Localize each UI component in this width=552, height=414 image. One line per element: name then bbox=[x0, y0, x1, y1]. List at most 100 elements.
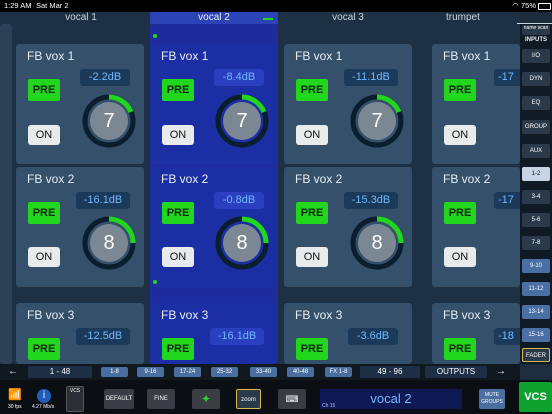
fps-readout: 30 fps bbox=[8, 404, 22, 410]
send-knob[interactable]: 8 bbox=[350, 216, 404, 270]
aux-send-panel[interactable]: FB vox 3 -3.6dB PRE bbox=[284, 303, 412, 364]
bank-button[interactable]: FX 1-8 bbox=[325, 367, 352, 377]
aux-send-panel[interactable]: FB vox 2 -17 PRE ON bbox=[432, 167, 538, 287]
pre-button[interactable]: PRE bbox=[444, 79, 476, 101]
fine-button[interactable]: FINE bbox=[147, 389, 175, 409]
panel-title: FB vox 1 bbox=[295, 49, 343, 63]
aux-send-panel[interactable]: FB vox 1 -17 PRE ON bbox=[432, 44, 538, 164]
send-level: -12.5dB bbox=[76, 328, 130, 345]
channel-name[interactable]: vocal 3 bbox=[284, 12, 412, 24]
range-button[interactable]: 15-16 bbox=[522, 328, 550, 342]
eq-button[interactable]: EQ bbox=[522, 96, 550, 110]
battery-percent: 75% bbox=[521, 1, 537, 10]
range-button[interactable]: 13-14 bbox=[522, 305, 550, 319]
panel-title: FB vox 3 bbox=[27, 308, 75, 322]
io-button[interactable]: I/O bbox=[522, 49, 550, 63]
pre-button[interactable]: PRE bbox=[296, 338, 328, 360]
status-bar: 1:29 AM Sat Mar 2 ◠ 75% bbox=[0, 0, 552, 12]
name-scan-button[interactable]: name scan bbox=[522, 25, 550, 35]
range-button[interactable]: 9-10 bbox=[522, 259, 550, 273]
panel-title: FB vox 3 bbox=[295, 308, 343, 322]
vcs-button[interactable]: VCS bbox=[66, 386, 84, 412]
info-icon[interactable]: i bbox=[37, 389, 51, 403]
channel-name-selected[interactable]: vocal 2 bbox=[150, 12, 278, 24]
knob-value: 7 bbox=[103, 110, 115, 132]
wifi-icon: ◠ bbox=[512, 1, 519, 10]
range-button[interactable]: 1-2 bbox=[522, 167, 550, 181]
aux-button[interactable]: AUX bbox=[522, 144, 550, 158]
battery-icon bbox=[538, 3, 551, 10]
pre-button[interactable]: PRE bbox=[296, 202, 328, 224]
bank-range-left[interactable]: 1 - 48 bbox=[28, 366, 92, 378]
send-level: -2.2dB bbox=[80, 69, 130, 86]
zoom-button[interactable]: zoom bbox=[236, 389, 261, 409]
meter-indicator bbox=[263, 18, 273, 20]
panel-title: FB vox 3 bbox=[161, 308, 209, 322]
pre-button[interactable]: PRE bbox=[444, 202, 476, 224]
column-dot bbox=[153, 280, 157, 284]
send-knob[interactable]: 8 bbox=[215, 216, 269, 270]
aux-send-panel[interactable]: FB vox 1 -8.4dB PRE ON 7 bbox=[150, 44, 278, 164]
on-button[interactable]: ON bbox=[28, 125, 60, 145]
pre-button[interactable]: PRE bbox=[162, 202, 194, 224]
dyn-button[interactable]: DYN bbox=[522, 72, 550, 86]
knob-value: 8 bbox=[103, 232, 115, 254]
on-button[interactable]: ON bbox=[162, 125, 194, 145]
aux-send-panel[interactable]: FB vox 2 -16.1dB PRE ON 8 bbox=[16, 167, 144, 287]
mute-groups-button[interactable]: MUTE GROUPS bbox=[479, 389, 505, 409]
aux-send-panel[interactable]: FB vox 2 -0.8dB PRE ON 8 bbox=[150, 167, 278, 287]
bank-button[interactable]: 33-40 bbox=[250, 367, 277, 377]
bank-button[interactable]: 17-24 bbox=[174, 367, 201, 377]
on-button[interactable]: ON bbox=[444, 125, 476, 145]
on-button[interactable]: ON bbox=[296, 125, 328, 145]
aux-send-panel[interactable]: FB vox 1 -11.1dB PRE ON 7 bbox=[284, 44, 412, 164]
panel-title: FB vox 2 bbox=[443, 172, 491, 186]
on-button[interactable]: ON bbox=[444, 247, 476, 267]
on-button[interactable]: ON bbox=[296, 247, 328, 267]
vcs-main-button[interactable]: VCS bbox=[519, 382, 552, 412]
default-button[interactable]: DEFAULT bbox=[104, 389, 134, 409]
bank-button[interactable]: 9-16 bbox=[137, 367, 164, 377]
bank-button[interactable]: 25-32 bbox=[211, 367, 238, 377]
send-level: -0.8dB bbox=[214, 192, 264, 209]
range-button[interactable]: 3-4 bbox=[522, 190, 550, 204]
signal-icon[interactable]: 📶 bbox=[7, 388, 23, 402]
pre-button[interactable]: PRE bbox=[444, 338, 476, 360]
pre-button[interactable]: PRE bbox=[28, 338, 60, 360]
bank-button[interactable]: 40-48 bbox=[287, 367, 314, 377]
aux-send-panel[interactable]: FB vox 3 -12.5dB PRE bbox=[16, 303, 144, 364]
keyboard-icon[interactable]: ⌨ bbox=[278, 389, 306, 409]
selected-channel-name: vocal 2 bbox=[370, 391, 412, 406]
pre-button[interactable]: PRE bbox=[162, 338, 194, 360]
on-button[interactable]: ON bbox=[28, 247, 60, 267]
fader-button[interactable]: FADER bbox=[522, 348, 550, 362]
aux-send-panel[interactable]: FB vox 1 -2.2dB PRE ON 7 bbox=[16, 44, 144, 164]
group-button[interactable]: GROUP bbox=[522, 120, 550, 134]
range-button[interactable]: 5-6 bbox=[522, 213, 550, 227]
on-button[interactable]: ON bbox=[162, 247, 194, 267]
next-arrow-icon[interactable]: → bbox=[496, 366, 506, 377]
send-level: -16.1dB bbox=[76, 192, 130, 209]
aux-send-panel[interactable]: FB vox 3 -18 PRE bbox=[432, 303, 538, 364]
panel-title: FB vox 2 bbox=[295, 172, 343, 186]
bank-range-right[interactable]: 49 - 96 bbox=[360, 366, 420, 378]
fader-pan-icon[interactable]: ✦ bbox=[192, 389, 220, 409]
send-knob[interactable]: 7 bbox=[215, 94, 269, 148]
send-knob[interactable]: 7 bbox=[82, 94, 136, 148]
outputs-button[interactable]: OUTPUTS bbox=[425, 366, 487, 378]
panel-title: FB vox 1 bbox=[443, 49, 491, 63]
pre-button[interactable]: PRE bbox=[296, 79, 328, 101]
prev-arrow-icon[interactable]: ← bbox=[8, 366, 18, 377]
range-button[interactable]: 11-12 bbox=[522, 282, 550, 296]
bank-button[interactable]: 1-8 bbox=[101, 367, 128, 377]
send-knob[interactable]: 8 bbox=[82, 216, 136, 270]
aux-send-panel[interactable]: FB vox 3 -16.1dB PRE bbox=[150, 303, 278, 364]
aux-send-panel[interactable]: FB vox 2 -15.3dB PRE ON 8 bbox=[284, 167, 412, 287]
pre-button[interactable]: PRE bbox=[162, 79, 194, 101]
send-knob[interactable]: 7 bbox=[350, 94, 404, 148]
pre-button[interactable]: PRE bbox=[28, 202, 60, 224]
pre-button[interactable]: PRE bbox=[28, 79, 60, 101]
send-level: -16.1dB bbox=[210, 328, 264, 345]
range-button[interactable]: 7-8 bbox=[522, 236, 550, 250]
channel-name[interactable]: vocal 1 bbox=[14, 12, 148, 24]
